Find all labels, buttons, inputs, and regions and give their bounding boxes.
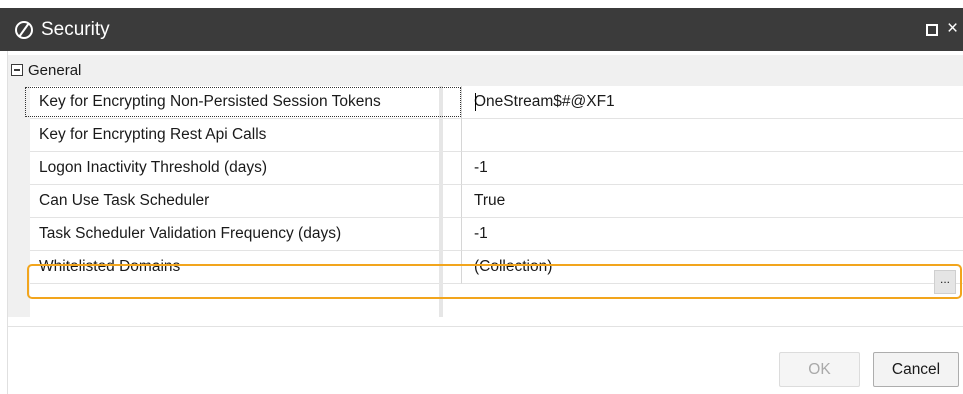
footer-divider [8,326,963,327]
onestream-logo-icon [14,20,34,40]
text-caret [475,93,476,111]
property-value-input[interactable]: -1 [462,218,963,251]
property-row[interactable]: Logon Inactivity Threshold (days) -1 [30,152,963,185]
category-row-general[interactable]: General [8,55,963,86]
maximize-button[interactable] [926,24,938,36]
property-value-input[interactable]: OneStream$#@XF1 [462,86,963,119]
property-name: Key for Encrypting Non-Persisted Session… [30,86,462,119]
property-row[interactable]: Key for Encrypting Non-Persisted Session… [30,86,963,119]
close-button[interactable]: × [947,18,963,40]
property-grid: General Key for Encrypting Non-Persisted… [8,55,963,328]
property-row[interactable]: Key for Encrypting Rest Api Calls [30,119,963,152]
property-name: Key for Encrypting Rest Api Calls [30,119,462,152]
security-dialog: Security × General Key for Encrypting No… [0,0,963,394]
ellipsis-button[interactable]: ... [934,270,956,294]
property-name: Logon Inactivity Threshold (days) [30,152,462,185]
property-name: Whitelisted Domains [30,251,462,284]
property-value-input[interactable]: True [462,185,963,218]
property-row[interactable]: Whitelisted Domains (Collection) [30,251,963,284]
collapse-icon[interactable] [11,64,23,76]
category-label: General [28,62,82,79]
title-bar: Security × [0,8,963,51]
ok-button[interactable]: OK [779,352,860,387]
property-row[interactable]: Task Scheduler Validation Frequency (day… [30,218,963,251]
property-name: Task Scheduler Validation Frequency (day… [30,218,462,251]
dialog-title: Security [41,19,110,40]
column-separator[interactable] [439,86,443,317]
property-name: Can Use Task Scheduler [30,185,462,218]
cancel-button[interactable]: Cancel [873,352,959,387]
property-row[interactable]: Can Use Task Scheduler True [30,185,963,218]
property-value-input[interactable] [462,119,963,152]
grid-left-margin [8,86,30,317]
property-value-input[interactable]: -1 [462,152,963,185]
property-value-input[interactable]: (Collection) [462,251,963,284]
